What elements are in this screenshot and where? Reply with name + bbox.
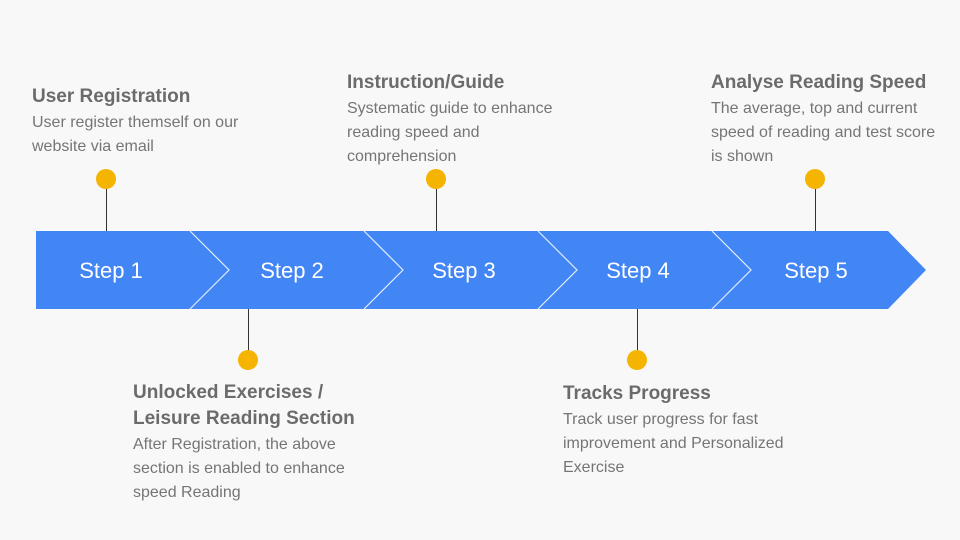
step-4-note: Tracks Progress Track user progress for …	[563, 381, 793, 480]
step-1-connector	[106, 185, 107, 231]
process-timeline: Step 1 Step 2 Step 3 Step 4 Step 5 User …	[0, 0, 960, 540]
step-5-marker-dot	[805, 169, 825, 189]
step-5-connector	[815, 185, 816, 231]
step-2-title: Unlocked Exercises / Leisure Reading Sec…	[133, 382, 355, 429]
step-3-description: Systematic guide to enhance reading spee…	[347, 100, 553, 165]
step-3-note: Instruction/Guide Systematic guide to en…	[347, 70, 572, 169]
step-1-marker-dot	[96, 169, 116, 189]
step-1-label: Step 1	[79, 258, 143, 283]
step-5-label: Step 5	[784, 258, 848, 283]
step-2-description: After Registration, the above section is…	[133, 436, 345, 501]
step-2-note: Unlocked Exercises / Leisure Reading Sec…	[133, 380, 378, 505]
step-3-marker-dot	[426, 169, 446, 189]
step-5-title: Analyse Reading Speed	[711, 72, 927, 93]
step-3-label: Step 3	[432, 258, 496, 283]
step-5-description: The average, top and current speed of re…	[711, 100, 936, 165]
step-4-connector	[637, 309, 638, 355]
step-5-note: Analyse Reading Speed The average, top a…	[711, 70, 951, 169]
step-4-title: Tracks Progress	[563, 383, 711, 404]
step-4-description: Track user progress for fast improvement…	[563, 411, 784, 476]
step-1-note: User Registration User register themself…	[32, 84, 247, 159]
step-3-title: Instruction/Guide	[347, 72, 505, 93]
step-4-label: Step 4	[606, 258, 670, 283]
step-1-description: User register themself on our website vi…	[32, 114, 239, 155]
step-2-connector	[248, 309, 249, 355]
step-2-marker-dot	[238, 350, 258, 370]
step-2-label: Step 2	[260, 258, 324, 283]
step-1-title: User Registration	[32, 86, 191, 107]
step-3-connector	[436, 185, 437, 231]
step-4-marker-dot	[627, 350, 647, 370]
